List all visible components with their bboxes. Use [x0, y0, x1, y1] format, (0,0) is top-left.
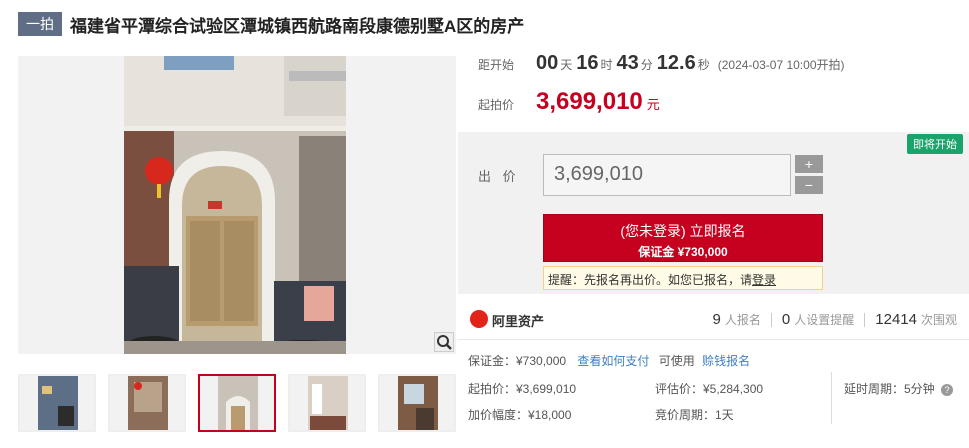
- detail-delay: 延时周期：5分钟 ?: [844, 380, 954, 397]
- status-badge: 即将开始: [907, 134, 963, 154]
- auction-stats: 9 人报名 0 人设置提醒 12414 次围观: [713, 311, 957, 328]
- countdown-days: 00: [536, 52, 559, 74]
- usable-text: 可使用: [658, 354, 695, 368]
- start-price-label: 起拍价: [478, 98, 515, 112]
- divider: [864, 312, 866, 327]
- brand-name: 阿里资产: [492, 314, 545, 329]
- bid-amount-input[interactable]: 3,699,010: [543, 154, 791, 196]
- magnifier-icon: [437, 335, 452, 350]
- start-price-row: 起拍价 3,699,010 元: [478, 88, 660, 116]
- login-notice: 提醒：先报名再出价。如您已报名，请登录: [543, 266, 823, 290]
- login-link[interactable]: 登录: [752, 273, 776, 287]
- minutes-unit: 分: [640, 58, 653, 72]
- decrease-bid-button[interactable]: −: [795, 176, 823, 194]
- thumbnail-4[interactable]: [288, 374, 366, 432]
- countdown-label: 距开始: [478, 58, 515, 72]
- countdown-minutes: 43: [616, 52, 639, 74]
- brand-row: 阿里资产 9 人报名 0 人设置提醒 12414 次围观: [458, 300, 969, 340]
- countdown-seconds: 12.6: [656, 52, 696, 74]
- hours-unit: 时: [600, 58, 613, 72]
- delay-text: 延时周期：5分钟: [844, 382, 935, 396]
- start-price-unit: 元: [646, 97, 660, 112]
- signup-button-label: (您未登录) 立即报名: [620, 223, 746, 239]
- start-price-value: 3,699,010: [536, 88, 643, 115]
- divider: [831, 372, 832, 424]
- signups-count: 9: [712, 311, 721, 328]
- zoom-button[interactable]: [434, 332, 454, 352]
- bid-label: 出 价: [478, 169, 520, 184]
- reminders-count: 0: [781, 311, 791, 328]
- detail-bid-cycle: 竞价周期：1天: [655, 408, 734, 422]
- auction-start-date: (2024-03-07 10:00开拍): [717, 58, 845, 72]
- detail-start-price: 起拍价：¥3,699,010: [468, 382, 577, 396]
- countdown-hours: 16: [576, 52, 599, 74]
- thumbnail-5[interactable]: [378, 374, 456, 432]
- title-row: 一拍 福建省平潭综合试验区潭城镇西航路南段康德别墅A区的房产: [18, 12, 524, 36]
- fast-signup-link[interactable]: 赊钱报名: [702, 354, 750, 368]
- thumbnail-3-selected[interactable]: [198, 374, 276, 432]
- signup-deposit-label: 保证金 ¥730,000: [638, 245, 728, 259]
- divider: [770, 312, 772, 327]
- increase-bid-button[interactable]: +: [795, 155, 823, 173]
- auction-round-tag: 一拍: [18, 12, 62, 36]
- deposit-row: 保证金：¥730,000 查看如何支付 可使用 赊钱报名: [468, 352, 750, 369]
- page-title: 福建省平潭综合试验区潭城镇西航路南段康德别墅A区的房产: [70, 16, 525, 36]
- deposit-text: 保证金：¥730,000: [468, 354, 567, 368]
- notice-text: 提醒：先报名再出价。如您已报名，请: [548, 273, 753, 287]
- views-label: 次围观: [920, 313, 957, 327]
- main-image-viewer[interactable]: [18, 56, 456, 354]
- thumbnail-1[interactable]: [18, 374, 96, 432]
- signup-button[interactable]: (您未登录) 立即报名 保证金 ¥730,000: [543, 214, 823, 262]
- bid-box: 即将开始 出 价 3,699,010 + − (您未登录) 立即报名 保证金 ¥…: [458, 132, 969, 294]
- signups-label: 人报名: [724, 313, 761, 327]
- how-to-pay-link[interactable]: 查看如何支付: [577, 354, 649, 368]
- thumbnail-2[interactable]: [108, 374, 186, 432]
- property-photo: [124, 56, 346, 354]
- views-count: 12414: [875, 311, 917, 328]
- days-unit: 天: [560, 58, 573, 72]
- question-icon[interactable]: ?: [941, 383, 954, 396]
- reminders-label: 人设置提醒: [794, 313, 855, 327]
- detail-appraisal: 评估价：¥5,284,300: [655, 382, 764, 396]
- alibaba-logo-icon: [470, 310, 488, 328]
- detail-increment: 加价幅度：¥18,000: [468, 408, 572, 422]
- thumbnail-strip: [18, 374, 458, 432]
- countdown-row: 距开始 00 天 16 时 43 分 12.6 秒 (2024-03-07 10…: [478, 52, 845, 75]
- seconds-unit: 秒: [697, 58, 710, 72]
